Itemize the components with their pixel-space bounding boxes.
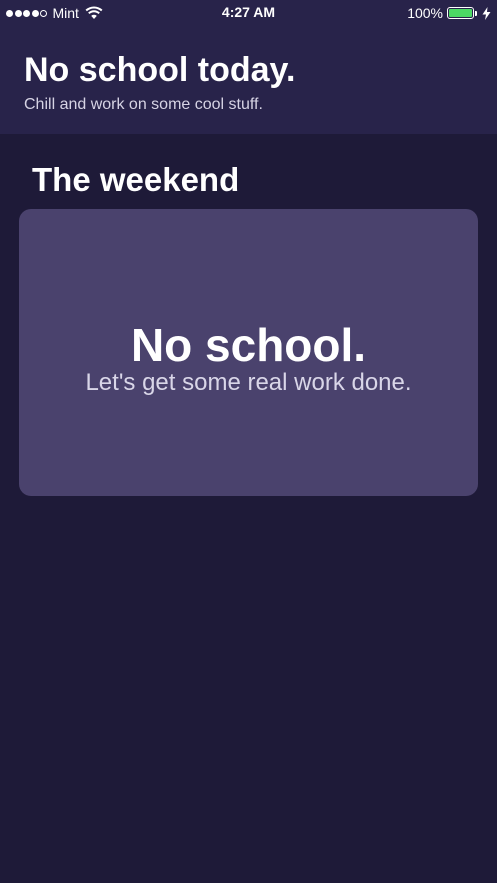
card-subtitle: Let's get some real work done. bbox=[85, 369, 412, 396]
card-title: No school. bbox=[130, 319, 367, 371]
page-subtitle: Chill and work on some cool stuff. bbox=[24, 96, 263, 113]
battery-level-fill bbox=[449, 9, 472, 17]
screen: Mint 4:27 AM 100% No school today. Chill… bbox=[0, 0, 497, 883]
battery-icon bbox=[447, 7, 474, 19]
page-title: No school today. bbox=[24, 51, 296, 89]
status-bar: Mint 4:27 AM 100% bbox=[0, 0, 497, 26]
header-area: Mint 4:27 AM 100% No school today. Chill… bbox=[0, 0, 497, 134]
schedule-card[interactable]: No school. Let's get some real work done… bbox=[19, 209, 478, 496]
battery-percent: 100% bbox=[407, 5, 443, 21]
battery-tip bbox=[475, 10, 477, 16]
status-bar-right: 100% bbox=[407, 4, 491, 22]
charging-bolt-icon bbox=[482, 6, 491, 20]
section-title: The weekend bbox=[32, 161, 240, 198]
